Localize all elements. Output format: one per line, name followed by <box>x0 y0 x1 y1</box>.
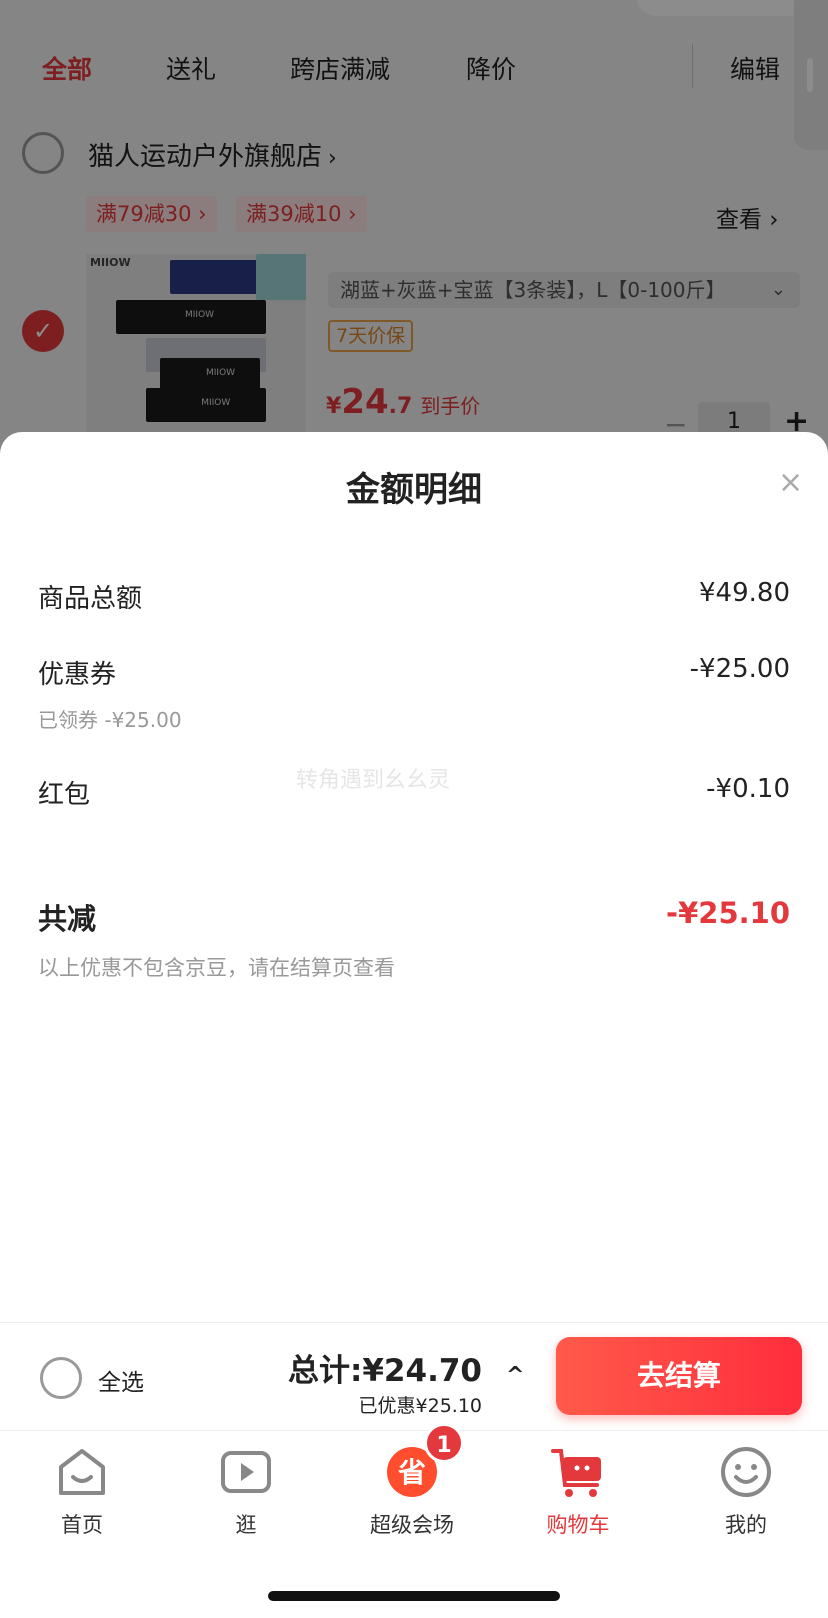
store-name-link[interactable]: 猫人运动户外旗舰店 › <box>88 136 337 173</box>
select-all-label[interactable]: 全选 <box>98 1363 144 1397</box>
sheet-title: 金额明细 <box>346 470 482 510</box>
nav-label-home: 首页 <box>61 1513 103 1537</box>
nav-item-cart[interactable]: 购物车 <box>508 1445 648 1539</box>
nav-item-browse[interactable]: 逛 <box>176 1445 316 1539</box>
view-promo-link[interactable]: 查看 › <box>716 200 779 234</box>
tab-price-drop[interactable]: 降价 <box>466 50 516 86</box>
home-icon <box>55 1445 109 1499</box>
product-brand: MIIOW <box>90 256 131 269</box>
nav-item-profile[interactable]: 我的 <box>676 1445 816 1539</box>
tab-cross-store[interactable]: 跨店满减 <box>290 50 390 86</box>
price-decimal: .7 <box>388 394 413 419</box>
cart-icon <box>551 1445 605 1499</box>
coupon-claimed-note: 已领券 -¥25.00 <box>38 708 182 732</box>
product-select-checkbox-checked[interactable]: ✓ <box>22 310 64 352</box>
coupon-label: 优惠券 <box>38 660 117 690</box>
price-integer: 24 <box>341 382 389 422</box>
price-symbol: ¥ <box>326 394 342 419</box>
tab-divider <box>692 44 693 88</box>
svg-text:省: 省 <box>398 1456 426 1489</box>
cart-page-background: 全部 送礼 跨店满减 降价 编辑 猫人运动户外旗舰店 › 满79减30 › 满39… <box>0 0 828 470</box>
bottom-nav: 首页 逛 省 超级会场 1 购物车 我的 <box>0 1423 828 1618</box>
store-chevron-icon: › <box>328 146 337 171</box>
notification-badge: 1 <box>424 1423 464 1463</box>
product-strip <box>256 254 306 300</box>
select-all-radio[interactable] <box>40 1357 82 1399</box>
top-pill <box>636 0 808 16</box>
total-discount-label: 共减 <box>38 902 97 936</box>
product-strip: MIIOW <box>146 388 266 422</box>
product-strip: MIIOW <box>160 358 260 392</box>
product-spec-text: 湖蓝+灰蓝+宝蓝【3条装】，L【0-100斤】 <box>340 278 726 302</box>
nav-label-cart: 购物车 <box>546 1513 610 1537</box>
discount-note: 以上优惠不包含京豆，请在结算页查看 <box>38 956 395 980</box>
close-icon[interactable]: × <box>778 468 803 498</box>
tab-gift[interactable]: 送礼 <box>166 50 216 86</box>
red-packet-label: 红包 <box>38 780 91 810</box>
chevron-up-icon[interactable]: ^ <box>506 1363 524 1388</box>
edit-button[interactable]: 编辑 <box>730 50 780 86</box>
goods-total-value: ¥49.80 <box>699 578 790 608</box>
goods-total-label: 商品总额 <box>38 584 143 614</box>
watermark: 转角遇到幺幺灵 <box>296 768 451 793</box>
checkout-total: 总计:¥24.70 <box>287 1353 482 1389</box>
price-label: 到手价 <box>420 394 481 418</box>
checkout-button[interactable]: 去结算 <box>556 1337 802 1415</box>
store-row: 猫人运动户外旗舰店 › <box>0 128 828 178</box>
red-packet-value: -¥0.10 <box>706 774 790 804</box>
nav-label-profile: 我的 <box>725 1513 767 1537</box>
promo-badge-2[interactable]: 满39减10 › <box>236 196 367 232</box>
total-discount-value: -¥25.10 <box>666 896 790 930</box>
home-indicator[interactable] <box>268 1591 560 1601</box>
coupon-value: -¥25.00 <box>689 654 790 684</box>
tab-all[interactable]: 全部 <box>42 50 92 86</box>
product-price: ¥24.7 到手价 <box>326 382 480 422</box>
checkout-saved: 已优惠¥25.10 <box>358 1395 482 1417</box>
chevron-down-icon: ⌄ <box>770 279 786 300</box>
nav-item-super-venue[interactable]: 省 超级会场 <box>342 1445 482 1539</box>
nav-label-super-venue: 超级会场 <box>370 1513 454 1537</box>
nav-label-browse: 逛 <box>235 1513 257 1537</box>
checkout-bar: 全选 总计:¥24.70 已优惠¥25.10 ^ 去结算 <box>0 1322 828 1430</box>
nav-item-home[interactable]: 首页 <box>12 1445 152 1539</box>
product-image[interactable]: MIIOW MIIOW MIIOW MIIOW <box>86 254 306 444</box>
store-name: 猫人运动户外旗舰店 <box>88 142 323 172</box>
store-select-radio[interactable] <box>22 132 64 174</box>
amount-detail-sheet: 金额明细 × 商品总额 ¥49.80 优惠券 -¥25.00 已领券 -¥25.… <box>0 432 828 1322</box>
promo-badge-1[interactable]: 满79减30 › <box>86 196 217 232</box>
play-icon <box>219 1445 273 1499</box>
product-strip: MIIOW <box>116 300 266 334</box>
filter-tabs: 全部 送礼 跨店满减 降价 编辑 <box>0 40 828 94</box>
profile-icon <box>719 1445 773 1499</box>
price-guarantee-badge: 7天价保 <box>328 320 414 352</box>
product-spec-selector[interactable]: 湖蓝+灰蓝+宝蓝【3条装】，L【0-100斤】 ⌄ <box>328 272 800 308</box>
